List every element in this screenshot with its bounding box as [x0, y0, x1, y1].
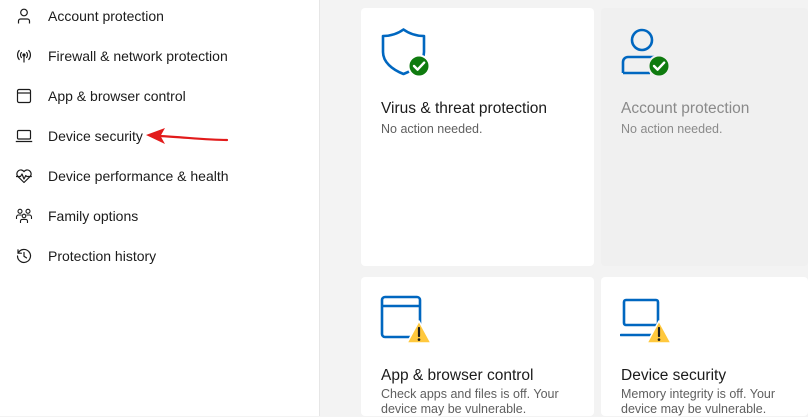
sidebar-item-account-protection[interactable]: Account protection	[0, 0, 319, 36]
sidebar-item-label: Account protection	[48, 8, 164, 24]
history-clock-icon	[14, 246, 34, 266]
sidebar-item-firewall[interactable]: Firewall & network protection	[0, 36, 319, 76]
sidebar-item-label: Family options	[48, 208, 139, 224]
card-status: No action needed.	[621, 122, 723, 136]
card-virus-threat-protection[interactable]: Virus & threat protection No action need…	[361, 8, 594, 266]
card-status: No action needed.	[381, 122, 483, 136]
card-app-browser-control[interactable]: App & browser control Check apps and fil…	[361, 277, 594, 416]
browser-window-icon	[14, 86, 34, 106]
card-title: Virus & threat protection	[381, 100, 547, 117]
browser-warning-icon	[380, 295, 432, 352]
card-device-security[interactable]: Device security Memory integrity is off.…	[601, 277, 808, 416]
sidebar-item-app-browser-control[interactable]: App & browser control	[0, 76, 319, 116]
card-status: Memory integrity is off. Your device may…	[621, 387, 776, 416]
card-title: App & browser control	[381, 367, 534, 384]
sidebar-item-label: Device performance & health	[48, 168, 229, 184]
card-title: Account protection	[621, 100, 750, 117]
sidebar-item-label: Device security	[48, 128, 143, 144]
person-icon	[14, 6, 34, 26]
person-check-icon	[620, 28, 672, 85]
annotation-arrow	[146, 128, 229, 144]
sidebar-item-label: Protection history	[48, 248, 157, 264]
sidebar: Account protection Firewall & network pr…	[0, 0, 320, 416]
heart-pulse-icon	[14, 166, 34, 186]
card-status: Check apps and files is off. Your device…	[381, 387, 559, 416]
laptop-warning-icon	[619, 295, 672, 352]
main-content: Virus & threat protection No action need…	[320, 0, 808, 416]
family-icon	[14, 206, 34, 226]
sidebar-item-family-options[interactable]: Family options	[0, 196, 319, 236]
sidebar-item-label: App & browser control	[48, 88, 186, 104]
sidebar-item-protection-history[interactable]: Protection history	[0, 236, 319, 276]
card-title: Device security	[621, 367, 727, 384]
sidebar-item-label: Firewall & network protection	[48, 48, 228, 64]
laptop-icon	[14, 126, 34, 146]
wifi-antenna-icon	[14, 46, 34, 66]
shield-check-icon	[380, 28, 432, 85]
sidebar-item-device-performance[interactable]: Device performance & health	[0, 156, 319, 196]
card-account-protection[interactable]: Account protection No action needed.	[601, 8, 808, 266]
